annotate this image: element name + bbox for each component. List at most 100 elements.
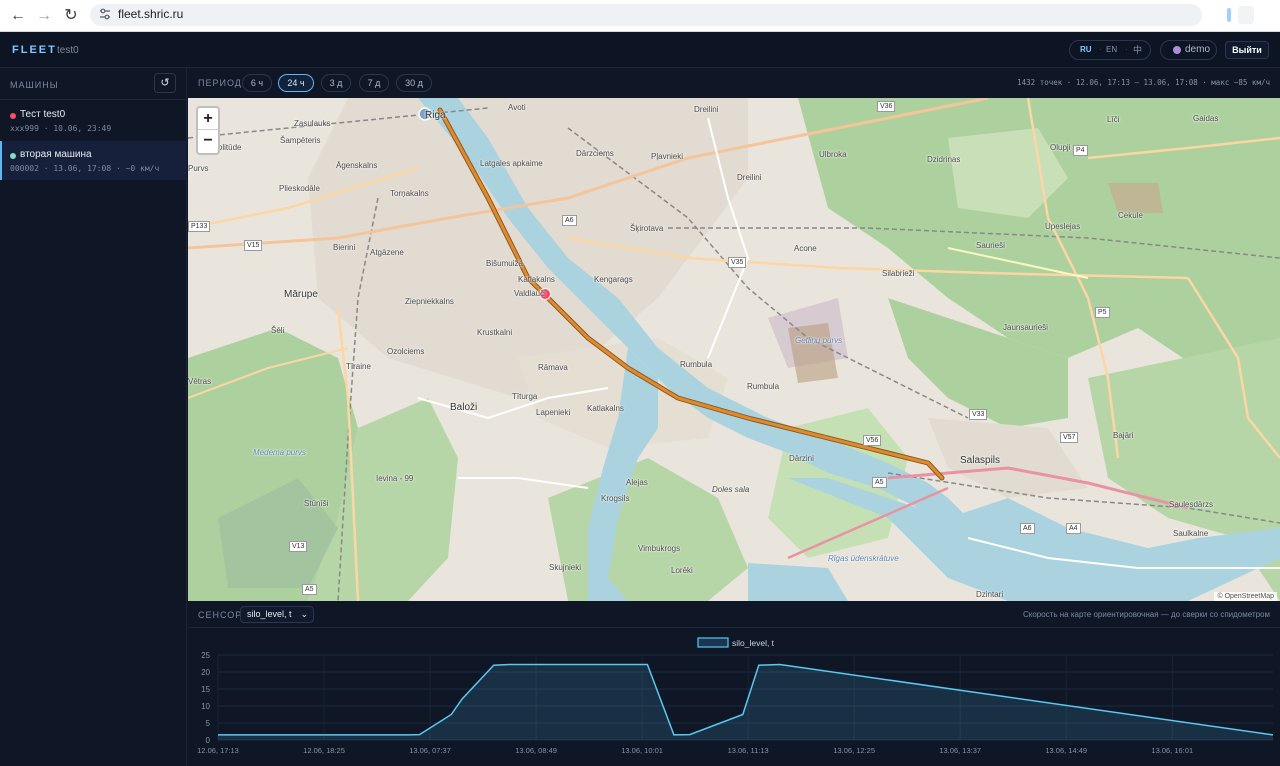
track-summary: 1432 точек · 12.06, 17:13 — 13.06, 17:08… bbox=[1017, 78, 1270, 87]
place-label: Dzidrinas bbox=[927, 155, 961, 164]
place-label: Medema purvs bbox=[253, 448, 306, 457]
place-label: Saurieši bbox=[976, 241, 1005, 250]
place-label: Valdlauči bbox=[514, 289, 546, 298]
place-label: Gaidas bbox=[1193, 114, 1219, 123]
period-7d-button[interactable]: 7 д bbox=[359, 74, 389, 92]
forward-icon[interactable]: → bbox=[34, 6, 54, 26]
sensor-select[interactable]: silo_level, t ⌄ bbox=[240, 606, 314, 623]
place-label: Krustkalni bbox=[477, 328, 513, 337]
place-label: Bišumuiža bbox=[486, 259, 523, 268]
road-shield: V35 bbox=[728, 257, 747, 268]
place-label: Dzintari bbox=[976, 590, 1004, 599]
period-6h-button[interactable]: 6 ч bbox=[242, 74, 272, 92]
place-label: Līči bbox=[1107, 115, 1120, 124]
place-label: Šķirotava bbox=[630, 224, 664, 233]
lang-zh[interactable]: 中 bbox=[1133, 41, 1142, 59]
road-shield: V56 bbox=[863, 435, 882, 446]
period-3d-button[interactable]: 3 д bbox=[321, 74, 351, 92]
map-view[interactable]: Avoti Dreilini Zasulauks Šampēteris Zoli… bbox=[188, 98, 1280, 601]
logout-button[interactable]: Выйти bbox=[1225, 41, 1269, 59]
zoom-in-button[interactable]: + bbox=[198, 108, 218, 130]
place-label: Salaspils bbox=[960, 455, 1001, 466]
period-30d-button[interactable]: 30 д bbox=[396, 74, 432, 92]
road-shield: V33 bbox=[969, 409, 988, 420]
road-shield: P5 bbox=[1095, 307, 1110, 318]
place-label: Rumbula bbox=[747, 382, 780, 391]
place-label: Zasulauks bbox=[294, 119, 331, 128]
lang-ru[interactable]: RU bbox=[1080, 41, 1092, 59]
place-label: Bajāri bbox=[1113, 431, 1134, 440]
place-label: Upeslejas bbox=[1045, 222, 1081, 231]
x-tick-label: 12.06, 18:25 bbox=[303, 746, 345, 755]
refresh-button[interactable]: ↺ bbox=[154, 73, 176, 93]
place-label: Vimbukrogs bbox=[638, 544, 681, 553]
place-label: Vētras bbox=[188, 377, 212, 386]
lang-separator: · bbox=[1099, 45, 1102, 54]
place-label: Rīgas ūdenskrātuve bbox=[828, 554, 899, 563]
road-shield: V36 bbox=[877, 101, 896, 112]
place-label: Alejas bbox=[626, 478, 648, 487]
road-shield: A4 bbox=[1066, 523, 1081, 534]
place-label: Saulkalne bbox=[1173, 529, 1209, 538]
series-area bbox=[218, 664, 1273, 740]
place-label: Rāmava bbox=[538, 363, 568, 372]
vehicle-item[interactable]: Тест test0 xxx999 · 10.06, 23:49 bbox=[0, 101, 187, 140]
x-tick-label: 13.06, 11:13 bbox=[728, 746, 769, 755]
x-tick-label: 13.06, 13:37 bbox=[939, 746, 981, 755]
period-24h-button[interactable]: 24 ч bbox=[278, 74, 314, 92]
x-tick-label: 13.06, 10:01 bbox=[621, 746, 663, 755]
place-label: Baloži bbox=[450, 402, 478, 413]
sensor-label: СЕНСОР bbox=[198, 610, 243, 620]
place-label: Saulesdārzs bbox=[1169, 500, 1214, 509]
user-menu[interactable]: demo bbox=[1160, 40, 1217, 60]
place-label: Katlakalns bbox=[518, 275, 555, 284]
place-label: Ozolciems bbox=[387, 347, 425, 356]
back-icon[interactable]: ← bbox=[8, 6, 28, 26]
map-attribution[interactable]: © OpenStreetMap bbox=[1214, 592, 1277, 601]
place-label: Acone bbox=[794, 244, 817, 253]
place-label: Pļavnieki bbox=[651, 152, 684, 161]
place-label: Jaunsaurieši bbox=[1003, 323, 1048, 332]
app-header: FLEET test0 RU · EN · 中 demo Выйти bbox=[0, 32, 1280, 68]
place-label: Olupji bbox=[1050, 143, 1071, 152]
vehicle-name: вторая машина bbox=[20, 149, 92, 160]
y-tick-label: 15 bbox=[201, 685, 210, 694]
brand-logo[interactable]: FLEET bbox=[12, 44, 57, 56]
place-label: Silabrieži bbox=[882, 269, 915, 278]
place-label: Avoti bbox=[508, 103, 526, 112]
vehicle-meta: 000002 · 13.06, 17:08 · ~0 км/ч bbox=[10, 164, 160, 173]
place-label: Atgāzene bbox=[370, 248, 404, 257]
road-shield: P4 bbox=[1073, 145, 1088, 156]
legend-swatch bbox=[697, 637, 729, 648]
sidebar-header: МАШИНЫ ↺ bbox=[0, 68, 187, 100]
sensor-chart: 0 5 10 15 20 25 12.06, 17:13 12.06, 18:25 13.06,… bbox=[188, 629, 1280, 766]
place-label: Ievina - 99 bbox=[376, 474, 414, 483]
x-tick-label: 13.06, 14:49 bbox=[1045, 746, 1087, 755]
place-label: Šampēteris bbox=[280, 136, 321, 145]
zoom-out-button[interactable]: − bbox=[198, 130, 218, 152]
extension-icon[interactable] bbox=[1227, 8, 1231, 22]
y-tick-label: 0 bbox=[206, 736, 211, 745]
browser-toolbar: ← → ↻ fleet.shric.ru bbox=[0, 0, 1280, 32]
x-tick-label: 12.06, 17:13 bbox=[197, 746, 239, 755]
vehicle-meta: xxx999 · 10.06, 23:49 bbox=[10, 124, 112, 133]
vehicle-item-selected[interactable]: вторая машина 000002 · 13.06, 17:08 · ~0… bbox=[0, 141, 187, 180]
refresh-icon: ↺ bbox=[160, 77, 170, 89]
y-tick-label: 25 bbox=[201, 651, 210, 660]
road-shield: V15 bbox=[244, 240, 263, 251]
site-settings-icon[interactable] bbox=[98, 7, 112, 21]
account-name: test0 bbox=[57, 45, 79, 56]
road-shield: A5 bbox=[872, 477, 887, 488]
x-tick-label: 13.06, 08:49 bbox=[515, 746, 557, 755]
browser-menu-icon[interactable] bbox=[1238, 6, 1254, 24]
reload-icon[interactable]: ↻ bbox=[61, 6, 81, 26]
address-bar[interactable]: fleet.shric.ru bbox=[90, 4, 1202, 26]
user-name: demo bbox=[1185, 44, 1211, 55]
place-label: Krogsils bbox=[601, 494, 630, 503]
vehicle-name: Тест test0 bbox=[20, 109, 66, 120]
place-label: Ulbroka bbox=[819, 150, 847, 159]
place-label: Doles sala bbox=[712, 485, 750, 494]
lang-en[interactable]: EN bbox=[1106, 41, 1117, 59]
url-text[interactable]: fleet.shric.ru bbox=[118, 7, 183, 21]
road-shield: P133 bbox=[188, 221, 211, 232]
